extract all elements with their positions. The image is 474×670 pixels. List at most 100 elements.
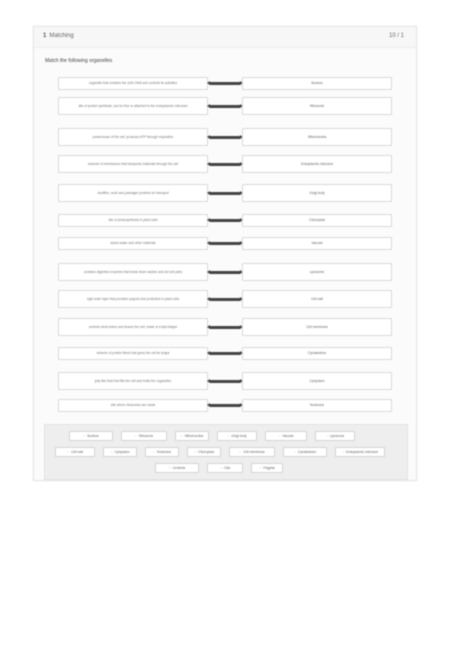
answer-chip[interactable]: ∷ Nucleolus xyxy=(145,447,179,457)
match-connector xyxy=(207,190,243,195)
answer-chip[interactable]: ∷ Chloroplast xyxy=(187,447,221,457)
answer-drop-target[interactable]: Cell membrane xyxy=(242,318,392,336)
drag-handle-icon[interactable]: ∷ xyxy=(239,450,241,454)
answer-bank: ∷ Nucleus ∷ Ribosome ∷ Mitochondria ∷ Golgi bod… xyxy=(44,424,408,480)
match-row: network of membranes that transports mat… xyxy=(34,155,416,173)
answer-drop-target[interactable]: Golgi body xyxy=(242,184,392,202)
answer-chip-label: Nucleus xyxy=(87,434,99,438)
drag-handle-icon[interactable]: ∷ xyxy=(153,450,155,454)
answer-chip-label: Ribosome xyxy=(138,434,154,438)
answer-chip-label: Cytoskeleton xyxy=(297,450,317,454)
answer-chip[interactable]: ∷ Cell wall xyxy=(55,447,95,457)
match-row: site of photosynthesis in plant cells Chl… xyxy=(34,214,416,227)
prompt-item: jelly-like fluid that fills the cell and… xyxy=(58,372,208,390)
answer-chip[interactable]: ∷ Lysosome xyxy=(315,431,355,441)
answer-chip-label: Chloroplast xyxy=(197,450,215,454)
drag-handle-icon[interactable]: ∷ xyxy=(67,450,69,454)
match-row: site of protein synthesis; can be free o… xyxy=(34,97,416,115)
answer-chip-label: Cell membrane xyxy=(243,450,265,454)
answer-chip[interactable]: ∷ Ribosome xyxy=(121,431,167,441)
answer-chip[interactable]: ∷ Nucleus xyxy=(69,431,113,441)
match-connector xyxy=(207,81,243,85)
question-header: 1 Matching 10 / 1 xyxy=(34,27,416,48)
answer-chip[interactable]: ∷ Cytoplasm xyxy=(103,447,137,457)
match-connector xyxy=(207,103,243,108)
prompt-item: contains digestive enzymes that break do… xyxy=(58,263,208,281)
drag-handle-icon[interactable]: ∷ xyxy=(220,466,222,470)
answer-chip[interactable]: ∷ Cell membrane xyxy=(229,447,275,457)
drag-handle-icon[interactable]: ∷ xyxy=(326,434,328,438)
answer-drop-target[interactable]: Mitochondria xyxy=(242,128,392,146)
match-row: site where ribosomes are made Nucleolus xyxy=(34,399,416,412)
answer-drop-target[interactable]: Endoplasmic reticulum xyxy=(242,155,392,173)
answer-chip-label: Golgi body xyxy=(231,434,247,438)
match-row: organelle that contains the cell's DNA a… xyxy=(34,77,416,90)
answer-chip[interactable]: ∷ Golgi body xyxy=(217,431,257,441)
match-connector xyxy=(207,296,243,301)
answer-chip-label: Flagella xyxy=(263,466,275,470)
match-connector xyxy=(207,351,243,355)
answer-chip-label: Cytoplasm xyxy=(114,450,130,454)
answer-drop-target[interactable]: Cytoplasm xyxy=(242,372,392,390)
drag-handle-icon[interactable]: ∷ xyxy=(227,434,229,438)
prompt-item: organelle that contains the cell's DNA a… xyxy=(58,77,208,90)
question-prompt: Match the following organelles xyxy=(45,58,113,64)
prompt-item: controls what enters and leaves the cell… xyxy=(58,318,208,336)
answer-chip-label: Nucleolus xyxy=(157,450,172,454)
answer-chip[interactable]: ∷ Cytoskeleton xyxy=(283,447,327,457)
question-card: 1 Matching 10 / 1 Match the following org… xyxy=(33,26,417,481)
prompt-item: site of protein synthesis; can be free o… xyxy=(58,97,208,115)
match-connector xyxy=(207,324,243,329)
match-row: controls what enters and leaves the cell… xyxy=(34,318,416,336)
answer-chip-label: Mitochondria xyxy=(184,434,204,438)
question-number: 1 xyxy=(43,33,47,39)
drag-handle-icon[interactable]: ∷ xyxy=(294,450,296,454)
drag-handle-icon[interactable]: ∷ xyxy=(259,466,261,470)
prompt-item: rigid outer layer that provides support … xyxy=(58,290,208,308)
prompt-item: stores water and other materials xyxy=(58,237,208,250)
drag-handle-icon[interactable]: ∷ xyxy=(278,434,280,438)
answer-drop-target[interactable]: Cell wall xyxy=(242,290,392,308)
drag-handle-icon[interactable]: ∷ xyxy=(110,450,112,454)
answer-chip[interactable]: ∷ Mitochondria xyxy=(175,431,209,441)
answer-drop-target[interactable]: Ribosome xyxy=(242,97,392,115)
answer-chip-label: Endoplasmic reticulum xyxy=(345,450,379,454)
answer-chip-label: Cell wall xyxy=(71,450,83,454)
drag-handle-icon[interactable]: ∷ xyxy=(194,450,196,454)
prompt-item: powerhouse of the cell; produces ATP thr… xyxy=(58,128,208,146)
drag-handle-icon[interactable]: ∷ xyxy=(135,434,137,438)
match-connector xyxy=(207,378,243,383)
match-connector xyxy=(207,269,243,274)
match-row: rigid outer layer that provides support … xyxy=(34,290,416,308)
drag-handle-icon[interactable]: ∷ xyxy=(181,434,183,438)
match-connector xyxy=(207,241,243,245)
answer-drop-target[interactable]: Chloroplast xyxy=(242,214,392,227)
answer-chip-label: Cilia xyxy=(223,466,231,470)
answer-chip[interactable]: ∷ Vacuole xyxy=(265,431,307,441)
question-title: 1 Matching xyxy=(43,33,74,39)
answer-chip[interactable]: ∷ Endoplasmic reticulum xyxy=(335,447,385,457)
match-connector xyxy=(207,161,243,166)
prompt-item: network of membranes that transports mat… xyxy=(58,155,208,173)
answer-drop-target[interactable]: Nucleolus xyxy=(242,399,392,412)
prompt-item: site of photosynthesis in plant cells xyxy=(58,214,208,227)
match-row: contains digestive enzymes that break do… xyxy=(34,263,416,281)
match-row: network of protein fibers that gives the… xyxy=(34,347,416,360)
answer-chip-label: Vacuole xyxy=(282,434,294,438)
answer-drop-target[interactable]: Vacuole xyxy=(242,237,392,250)
points-label: 10 / 1 xyxy=(388,33,404,39)
answer-drop-target[interactable]: Lysosome xyxy=(242,263,392,281)
answer-drop-target[interactable]: Cytoskeleton xyxy=(242,347,392,360)
drag-handle-icon[interactable]: ∷ xyxy=(169,466,171,470)
match-connector xyxy=(207,403,243,407)
answer-drop-target[interactable]: Nucleus xyxy=(242,77,392,90)
answer-chip[interactable]: ∷ Centriole xyxy=(155,463,199,473)
drag-handle-icon[interactable]: ∷ xyxy=(342,450,344,454)
answer-chip[interactable]: ∷ Cilia xyxy=(207,463,243,473)
match-row: stores water and other materials Vacuole xyxy=(34,237,416,250)
question-type: Matching xyxy=(49,33,74,39)
answer-chip[interactable]: ∷ Flagella xyxy=(251,463,283,473)
prompt-item: network of protein fibers that gives the… xyxy=(58,347,208,360)
match-row: powerhouse of the cell; produces ATP thr… xyxy=(34,128,416,146)
drag-handle-icon[interactable]: ∷ xyxy=(83,434,85,438)
